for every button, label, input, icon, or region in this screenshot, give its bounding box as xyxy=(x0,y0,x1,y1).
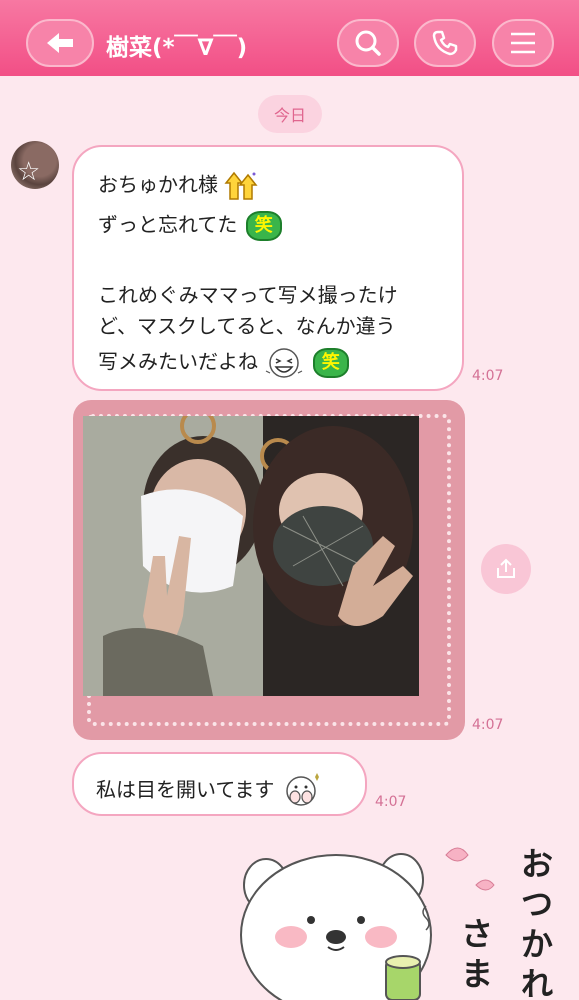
chat-title: 樹菜(*￣∇￣) xyxy=(106,35,248,61)
message-bubble[interactable]: 私は目を開いてます xyxy=(72,752,367,816)
contact-avatar[interactable]: ☆ xyxy=(11,141,59,189)
message-bubble[interactable]: おちゅかれ様 ずっと忘れてた 笑 これめぐみママって写メ撮ったけ ど、マスクして… xyxy=(72,145,464,391)
chat-header: 樹菜(*￣∇￣) xyxy=(0,0,579,76)
share-icon xyxy=(497,558,515,578)
message-time: 4:07 xyxy=(472,368,504,384)
laugh-emoji-icon: 笑 xyxy=(312,348,349,378)
menu-icon xyxy=(511,32,535,54)
laughing-face-emoji-icon xyxy=(266,348,303,378)
call-button[interactable] xyxy=(414,19,476,67)
laugh-emoji-icon: 笑 xyxy=(245,211,282,241)
back-arrow-icon xyxy=(47,33,73,53)
svg-text:つ: つ xyxy=(521,885,553,923)
selfie-photo xyxy=(83,416,419,696)
back-button[interactable] xyxy=(26,19,94,67)
bear-sticker-image: お つ か れ さ ま xyxy=(240,845,553,1000)
photo-image[interactable] xyxy=(83,416,419,696)
svg-text:れ: れ xyxy=(521,965,553,1000)
message-time: 4:07 xyxy=(472,717,504,733)
message-line: 私は目を開いてます xyxy=(96,773,321,809)
date-separator: 今日 xyxy=(258,95,322,133)
svg-text:さ: さ xyxy=(461,915,493,953)
svg-text:か: か xyxy=(521,925,553,963)
bear-sticker[interactable]: お つ か れ さ ま xyxy=(236,835,579,1000)
photo-message[interactable] xyxy=(73,400,465,740)
search-icon xyxy=(355,30,381,56)
sticker-text: お xyxy=(521,845,553,883)
up-arrow-emoji-icon xyxy=(224,171,258,200)
star-icon: ☆ xyxy=(17,157,41,187)
message-line: おちゅかれ様 xyxy=(98,171,260,201)
svg-text:ま: ま xyxy=(461,955,493,993)
message-line: 写メみたいだよね 笑 xyxy=(98,345,349,381)
message-line: ど、マスクしてると、なんか違う xyxy=(98,314,396,338)
phone-icon xyxy=(432,30,458,56)
search-button[interactable] xyxy=(337,19,399,67)
message-time: 4:07 xyxy=(375,794,407,810)
covering-face-emoji-icon xyxy=(286,773,319,806)
share-button[interactable] xyxy=(481,544,531,594)
message-line: これめぐみママって写メ撮ったけ xyxy=(98,283,398,307)
menu-button[interactable] xyxy=(492,19,554,67)
message-line: ずっと忘れてた 笑 xyxy=(98,211,282,241)
